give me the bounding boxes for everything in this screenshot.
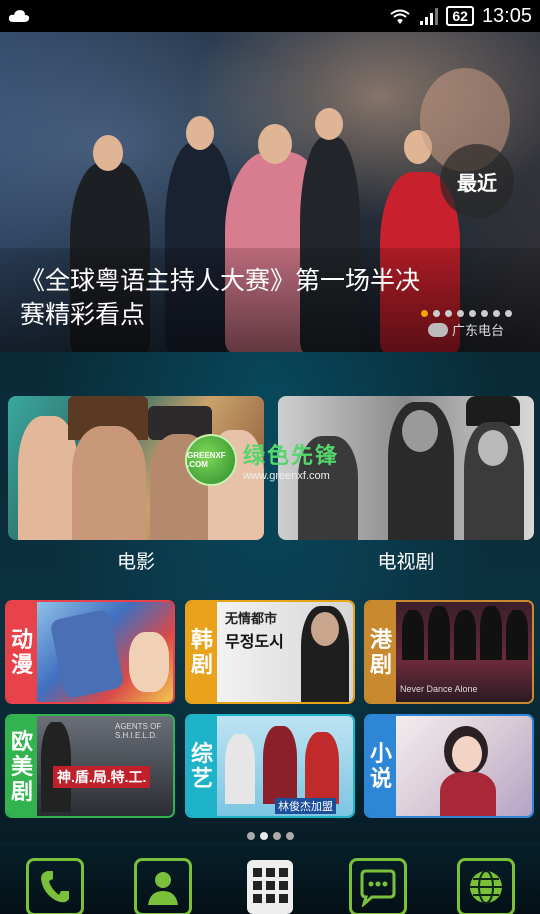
carousel-dots bbox=[421, 310, 512, 317]
shield-poster-subtitle: AGENTS OF S.H.I.E.L.D. bbox=[115, 722, 162, 740]
category-card-anime[interactable]: 动漫 bbox=[5, 600, 175, 704]
contacts-button[interactable] bbox=[134, 858, 192, 914]
cloud-icon bbox=[8, 10, 30, 22]
category-card-novel[interactable]: 小说 bbox=[364, 714, 534, 818]
movie-label: 电影 bbox=[116, 552, 155, 573]
hk-poster-text: Never Dance Alone bbox=[400, 684, 478, 694]
tv-series-label: 电视剧 bbox=[377, 552, 435, 573]
category-card-variety[interactable]: 综艺 林俊杰加盟 bbox=[185, 714, 355, 818]
apps-grid-icon bbox=[247, 860, 293, 914]
messages-icon bbox=[360, 869, 396, 907]
category-label: 韩剧 bbox=[187, 602, 217, 702]
category-label: 综艺 bbox=[187, 716, 217, 816]
category-label: 动漫 bbox=[7, 602, 37, 702]
messages-button[interactable] bbox=[349, 858, 407, 914]
browser-button[interactable] bbox=[457, 858, 515, 914]
browser-globe-icon bbox=[470, 870, 502, 904]
site-watermark: GREENXF .COM 绿色先锋 www.greenxf.com bbox=[185, 432, 360, 488]
home-page-indicator bbox=[247, 832, 294, 840]
category-card-western-drama[interactable]: 欧美剧 AGENTS OF S.H.I.E.L.D. 神.盾.局.特.工. bbox=[5, 714, 175, 818]
category-label: 港剧 bbox=[366, 602, 396, 702]
screen: 62 13:05 最近 《全球粤语主持人大赛》第一场半决赛精彩看点 广东电台 电… bbox=[0, 0, 540, 914]
clock: 13:05 bbox=[481, 4, 532, 27]
featured-banner[interactable]: 最近 《全球粤语主持人大赛》第一场半决赛精彩看点 广东电台 bbox=[0, 32, 540, 352]
battery-indicator: 62 bbox=[446, 6, 474, 26]
category-label: 小说 bbox=[366, 716, 396, 816]
shield-poster-title: 神.盾.局.特.工. bbox=[53, 766, 151, 788]
signal-icon bbox=[420, 7, 439, 25]
apps-button[interactable] bbox=[241, 858, 299, 914]
wechat-icon bbox=[428, 322, 448, 337]
korean-poster-title: 无情都市 bbox=[225, 611, 278, 626]
contacts-icon bbox=[148, 872, 178, 905]
bottom-dock bbox=[0, 842, 540, 914]
variety-tag: 林俊杰加盟 bbox=[275, 798, 336, 814]
category-card-hk-drama[interactable]: 港剧 Never Dance Alone bbox=[364, 600, 534, 704]
phone-icon bbox=[41, 871, 69, 903]
status-bar: 62 13:05 bbox=[0, 0, 540, 32]
watermark-text: 绿色先锋 bbox=[243, 443, 340, 468]
category-card-korean-drama[interactable]: 韩剧 无情都市 무정도시 bbox=[185, 600, 355, 704]
watermark-url: www.greenxf.com bbox=[243, 470, 330, 482]
banner-title: 《全球粤语主持人大赛》第一场半决赛精彩看点 bbox=[20, 267, 421, 329]
category-label: 欧美剧 bbox=[7, 716, 37, 816]
source-label: 广东电台 bbox=[452, 323, 505, 338]
watermark-logo: GREENXF .COM bbox=[185, 434, 237, 486]
phone-button[interactable] bbox=[26, 858, 84, 914]
korean-poster-subtitle: 무정도시 bbox=[225, 634, 284, 651]
wifi-icon bbox=[390, 9, 410, 24]
banner-source: 广东电台 bbox=[428, 320, 504, 339]
recent-button[interactable]: 最近 bbox=[440, 144, 514, 218]
